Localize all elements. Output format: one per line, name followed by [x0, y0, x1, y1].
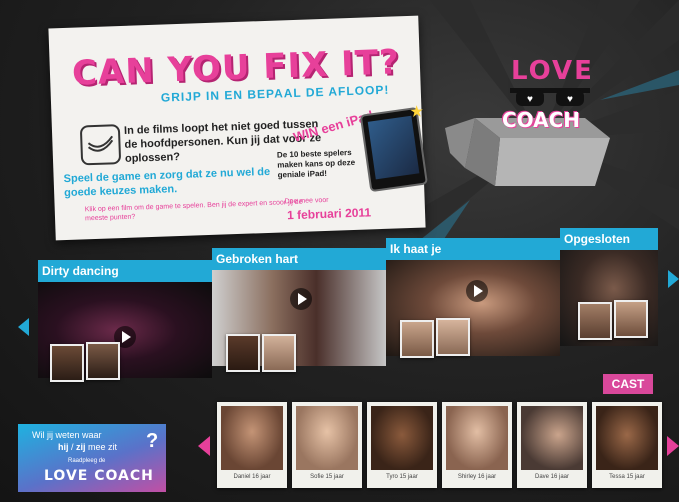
video-item-dirty-dancing[interactable]: Dirty dancing: [38, 260, 212, 382]
cast-label: Sofie 15 jaar: [310, 474, 344, 480]
promo-card: CAN YOU FIX IT? GRIJP IN EN BEPAAL DE AF…: [48, 15, 428, 241]
video-list: Dirty dancing Gebroken hart Ik haat je O…: [38, 228, 658, 382]
character-thumb: [436, 318, 470, 356]
coach-panel-line1: Wil jij weten waar: [32, 430, 102, 440]
cast-card[interactable]: Sofie 15 jaar: [292, 402, 362, 488]
deadline-date: 1 februari 2011: [286, 205, 372, 223]
cast-label: Dave 16 jaar: [534, 474, 570, 480]
videos-prev-arrow-icon[interactable]: [18, 318, 29, 336]
video-title: Opgesloten: [560, 228, 658, 250]
video-title: Dirty dancing: [38, 260, 212, 282]
cast-label: Shirley 16 jaar: [457, 474, 497, 480]
cast-photo: [446, 406, 508, 470]
cast-photo: [596, 406, 658, 470]
cast-label: Tessa 15 jaar: [609, 474, 645, 480]
coach-panel-title: LOVE COACH: [44, 468, 154, 484]
cast-button[interactable]: CAST: [603, 374, 653, 394]
question-mark-icon: ?: [146, 430, 159, 452]
banana-icon: [79, 124, 122, 166]
character-thumb: [50, 344, 84, 382]
video-title: Gebroken hart: [212, 248, 386, 270]
coach-panel-line3: Raadpleeg de: [68, 458, 106, 464]
promo-cta: Speel de game en zorg dat ze nu wel de g…: [63, 165, 271, 200]
sunglasses-icon: ♥ ♥: [510, 88, 590, 106]
character-thumb: [614, 300, 648, 338]
character-thumb: [578, 302, 612, 340]
character-thumb: [400, 320, 434, 358]
cast-label: Tyro 15 jaar: [386, 474, 418, 480]
play-icon[interactable]: [290, 288, 312, 310]
video-title: Ik haat je: [386, 238, 560, 260]
svg-text:♥: ♥: [567, 94, 573, 105]
deadline-label: Doe mee voor: [284, 196, 329, 206]
video-item-ik-haat-je[interactable]: Ik haat je: [386, 238, 560, 358]
coach-panel-line2: hij / zij mee zit: [58, 442, 118, 452]
cast-next-arrow-icon[interactable]: [667, 436, 679, 456]
cast-photo: [296, 406, 358, 470]
love-coach-logo-love: LOVE: [511, 56, 594, 86]
cast-label: Daniel 16 jaar: [233, 474, 271, 480]
cast-card[interactable]: Dave 16 jaar: [517, 402, 587, 488]
game-page: CAN YOU FIX IT? GRIJP IN EN BEPAAL DE AF…: [0, 0, 679, 502]
prize-text: De 10 beste spelers maken kans op deze g…: [276, 148, 356, 180]
promo-hint: Klik op een film om de game te spelen. B…: [84, 198, 303, 223]
cast-photo: [371, 406, 433, 470]
video-item-opgesloten[interactable]: Opgesloten: [560, 228, 658, 346]
cast-list: Daniel 16 jaar Sofie 15 jaar Tyro 15 jaa…: [213, 402, 663, 492]
love-coach-panel[interactable]: Wil jij weten waar hij / zij mee zit ? R…: [18, 424, 166, 492]
cast-photo: [221, 406, 283, 470]
cast-card[interactable]: Shirley 16 jaar: [442, 402, 512, 488]
cast-prev-arrow-icon[interactable]: [198, 436, 210, 456]
video-item-gebroken-hart[interactable]: Gebroken hart: [212, 248, 386, 372]
cast-card[interactable]: Daniel 16 jaar: [217, 402, 287, 488]
cast-photo: [521, 406, 583, 470]
play-icon[interactable]: [466, 280, 488, 302]
star-icon: ★: [409, 103, 425, 121]
love-coach-logo-coach: COACH: [502, 108, 581, 132]
cast-card[interactable]: Tessa 15 jaar: [592, 402, 662, 488]
character-thumb: [86, 342, 120, 380]
character-thumb: [262, 334, 296, 372]
videos-next-arrow-icon[interactable]: [668, 270, 679, 288]
svg-text:♥: ♥: [527, 94, 533, 105]
cast-card[interactable]: Tyro 15 jaar: [367, 402, 437, 488]
character-thumb: [226, 334, 260, 372]
